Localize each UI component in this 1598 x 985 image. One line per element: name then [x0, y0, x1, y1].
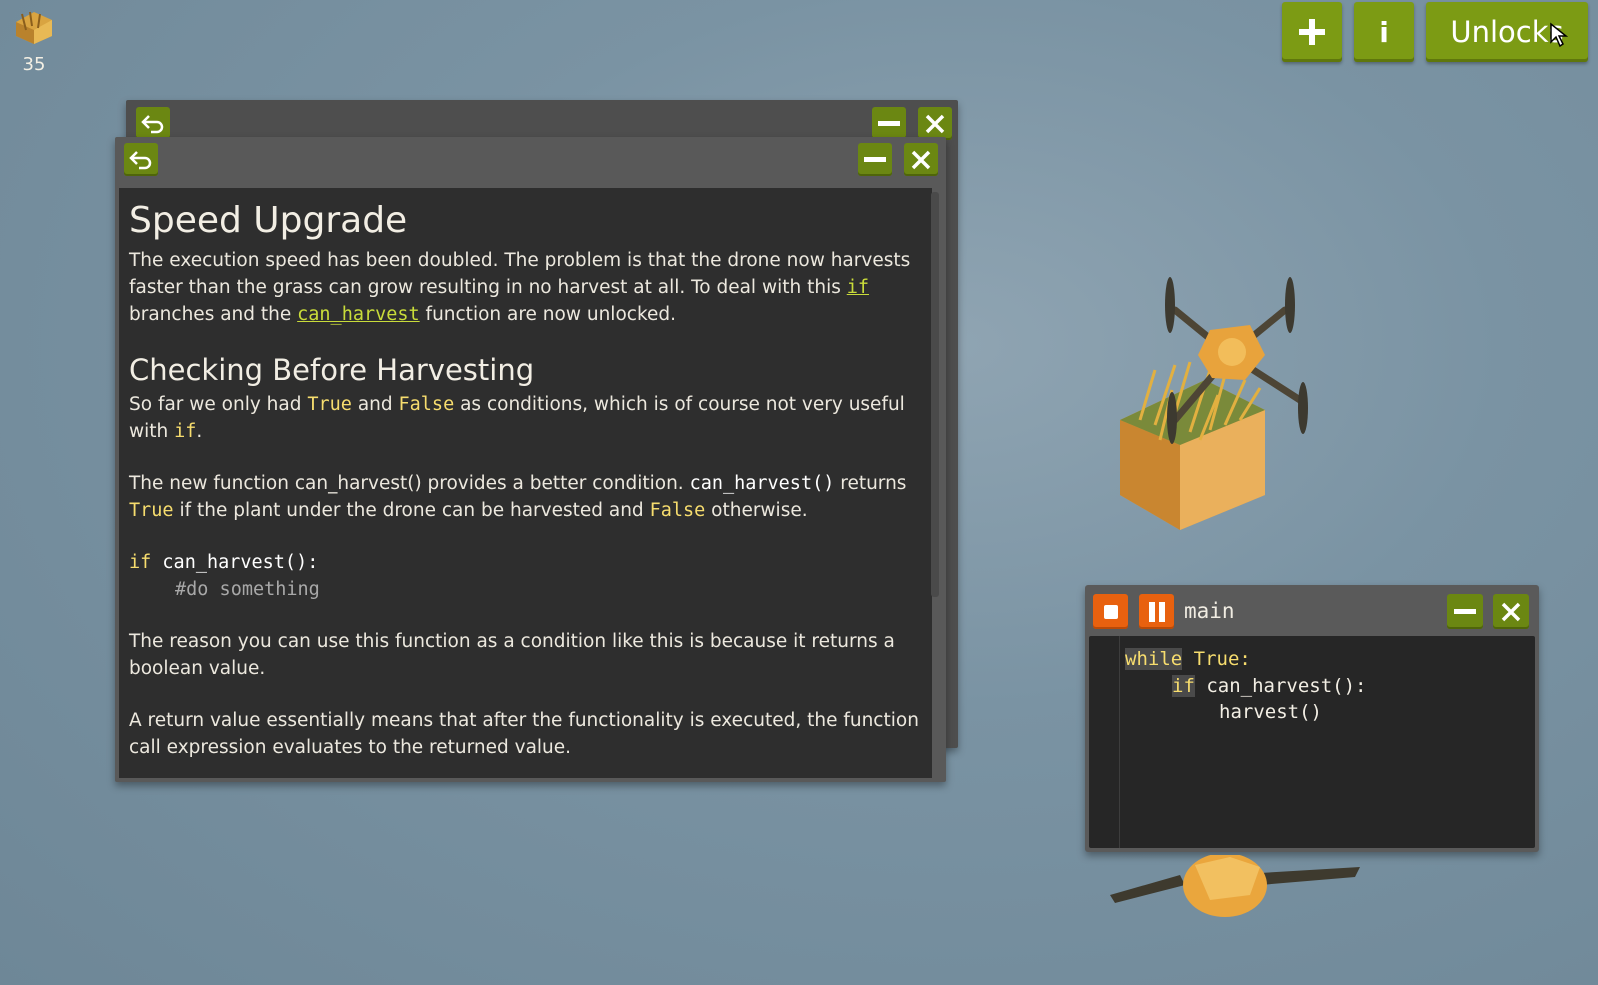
code-line[interactable]: while True: [1125, 648, 1251, 670]
doc-section-heading: Checking Before Harvesting [129, 353, 535, 387]
add-button[interactable] [1282, 2, 1342, 62]
minimize-icon [878, 120, 900, 126]
minimize-button[interactable] [1447, 594, 1483, 629]
docs-window: Speed Upgrade The execution speed has be… [115, 137, 946, 782]
doc-paragraph: The reason you can use this function as … [129, 631, 895, 679]
doc-title: Speed Upgrade [129, 200, 408, 241]
doc-paragraph: The new function can_harvest() provides … [129, 473, 907, 521]
code-example: if can_harvest(): #do something [129, 552, 320, 600]
close-button[interactable] [918, 107, 952, 140]
hay-count: 35 [22, 54, 46, 75]
editor-gutter [1119, 636, 1120, 848]
drone-bottom [1110, 855, 1360, 917]
window-titlebar[interactable] [115, 137, 946, 186]
pause-icon [1148, 601, 1165, 622]
minimize-button[interactable] [872, 107, 906, 140]
back-button[interactable] [136, 107, 170, 140]
doc-paragraph: So far we only had True and False as con… [129, 394, 905, 442]
stop-button[interactable] [1093, 594, 1128, 629]
stop-icon [1103, 604, 1118, 619]
drone-with-grass-block [1120, 277, 1308, 530]
plus-icon [1299, 19, 1325, 45]
code-editor[interactable]: while True: if can_harvest(): harvest() [1089, 636, 1535, 848]
can-harvest-link[interactable]: can_harvest [297, 304, 420, 325]
minimize-icon [1454, 608, 1476, 614]
minimize-button[interactable] [858, 143, 892, 176]
back-button[interactable] [124, 143, 158, 176]
close-icon [911, 150, 931, 169]
if-link[interactable]: if [847, 277, 869, 298]
mouse-cursor-icon [1550, 22, 1569, 48]
close-button[interactable] [904, 143, 938, 176]
code-window: main while True: if can_harvest(): harve… [1085, 585, 1539, 852]
hay-resource: 35 [10, 8, 58, 75]
close-icon [925, 114, 945, 133]
code-line[interactable]: if can_harvest(): [1172, 675, 1366, 697]
info-button[interactable]: i [1354, 2, 1414, 62]
minimize-icon [864, 156, 886, 162]
doc-paragraph: A return value essentially means that af… [129, 710, 919, 758]
back-arrow-icon [141, 114, 164, 133]
close-icon [1501, 602, 1521, 621]
back-arrow-icon [129, 150, 152, 169]
pause-button[interactable] [1139, 594, 1174, 629]
docs-content[interactable]: Speed Upgrade The execution speed has be… [119, 188, 932, 778]
doc-paragraph: The execution speed has been doubled. Th… [129, 250, 911, 325]
hay-bale-icon [16, 11, 52, 44]
docs-scrollbar[interactable] [931, 192, 939, 597]
info-icon: i [1379, 15, 1389, 49]
code-line[interactable]: harvest() [1219, 701, 1322, 723]
close-button[interactable] [1493, 594, 1529, 629]
code-window-title[interactable]: main [1184, 599, 1235, 623]
